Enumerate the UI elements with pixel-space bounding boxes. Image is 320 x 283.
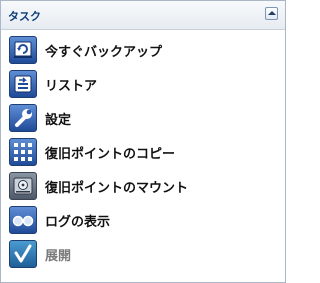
- task-mount-recovery-point[interactable]: 復旧ポイントのマウント: [9, 171, 269, 201]
- task-view-logs[interactable]: ログの表示: [9, 205, 269, 235]
- task-label: 展開: [45, 248, 72, 264]
- task-label: 設定: [45, 112, 72, 128]
- task-settings[interactable]: 設定: [9, 103, 269, 133]
- task-label: 復旧ポイントのマウント: [45, 180, 189, 196]
- panel-title: タスク: [8, 10, 41, 23]
- task-label: ログの表示: [45, 214, 111, 230]
- copy-recovery-point-icon: [9, 138, 37, 166]
- task-backup-now[interactable]: 今すぐバックアップ: [9, 35, 269, 65]
- deploy-icon: [9, 240, 37, 268]
- collapse-button[interactable]: [265, 7, 278, 20]
- chevron-up-icon: [268, 11, 276, 15]
- task-restore[interactable]: リストア: [9, 69, 269, 99]
- task-label: 今すぐバックアップ: [45, 44, 163, 60]
- restore-icon: [9, 70, 37, 98]
- task-panel: タスク 今すぐバックアップ リストア 設定 復旧ポイントのコピー 復旧ポイントの…: [0, 0, 286, 283]
- settings-wrench-icon: [9, 104, 37, 132]
- backup-now-icon: [9, 36, 37, 64]
- panel-header: タスク: [1, 1, 285, 30]
- view-logs-icon: [9, 206, 37, 234]
- mount-recovery-point-icon: [9, 172, 37, 200]
- task-label: 復旧ポイントのコピー: [45, 146, 176, 162]
- task-label: リストア: [45, 78, 98, 94]
- task-deploy[interactable]: 展開: [9, 239, 269, 269]
- task-copy-recovery-point[interactable]: 復旧ポイントのコピー: [9, 137, 269, 167]
